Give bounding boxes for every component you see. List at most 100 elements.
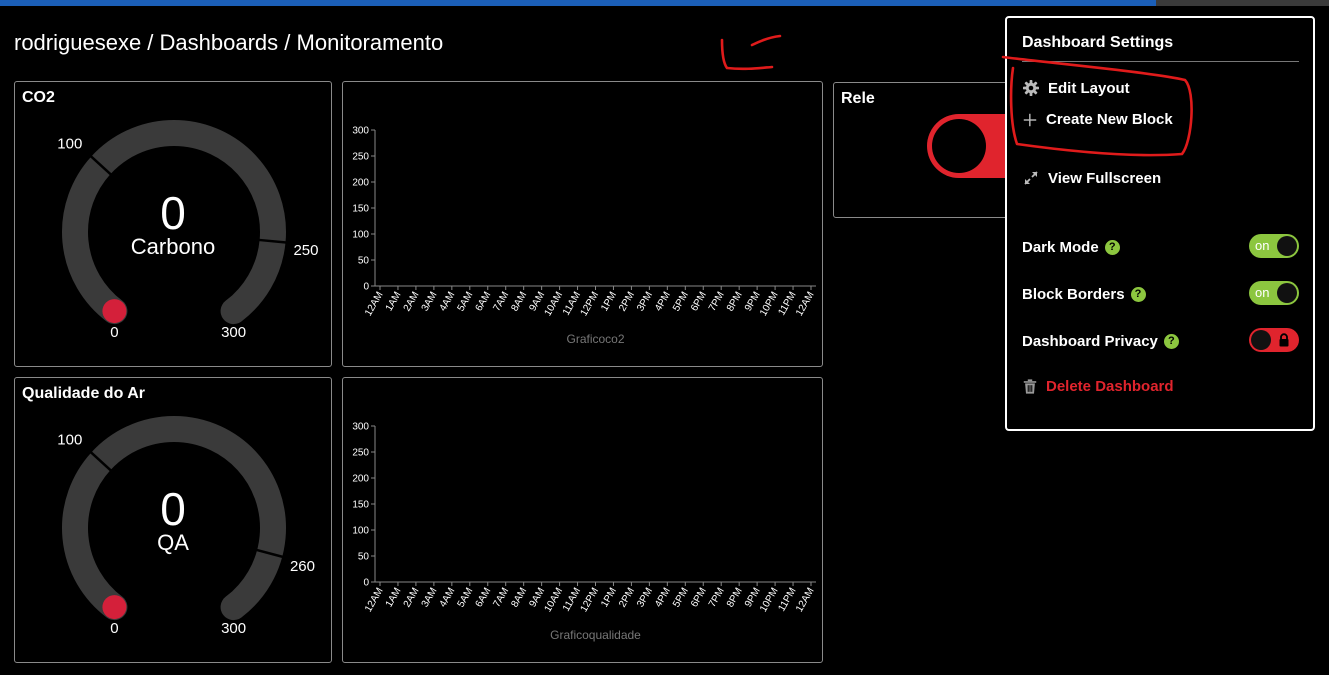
dashboard-privacy-label: Dashboard Privacy [1022,332,1158,350]
settings-title: Dashboard Settings [1022,34,1174,51]
dashboard-privacy-toggle[interactable] [1249,328,1299,352]
y-tick-label: 300 [352,422,369,433]
y-tick-label: 50 [358,256,370,267]
gauge-min-label: 0 [110,620,118,637]
breadcrumb-separator: / [141,30,160,55]
x-tick-label: 7PM [707,290,727,313]
x-tick-label: 7PM [707,586,727,609]
block-borders-toggle[interactable]: on [1249,281,1299,305]
y-tick-label: 200 [352,178,369,189]
x-tick-label: 4AM [438,290,458,313]
y-tick-label: 250 [352,448,369,459]
x-tick-label: 12AM [363,290,386,318]
co2-line-chart: 05010015020025030012AM1AM2AM3AM4AM5AM6AM… [352,126,817,347]
annotation-mark [720,38,774,71]
toggle-knob [1251,330,1271,350]
x-tick-label: 5PM [671,586,691,609]
help-icon[interactable]: ? [1130,286,1146,302]
gauge-label: Carbono [130,234,216,259]
dark-mode-setting: Dark Mode ? on [1022,234,1299,260]
y-tick-label: 0 [363,578,369,589]
y-tick-label: 250 [352,152,369,163]
x-axis-title: Graficoco2 [566,332,624,346]
x-tick-label: 1AM [384,586,404,609]
toggle-knob [1277,236,1297,256]
x-tick-label: 8PM [725,586,745,609]
air-quality-chart-block[interactable]: 0 50 100 150 200 250 300 12AM 1AM 2AM 3AM 4AM 5AM 6AM… [342,377,823,663]
delete-dashboard-label: Delete Dashboard [1046,378,1174,395]
x-tick-label: 4PM [653,290,673,313]
create-new-block-button[interactable]: Create New Block [1022,111,1173,128]
dashboard-privacy-setting: Dashboard Privacy ? [1022,328,1299,354]
gauge-min-label: 0 [110,324,118,341]
x-tick-label: 8AM [509,290,529,313]
x-tick-label: 5AM [456,586,476,609]
dark-mode-toggle[interactable]: on [1249,234,1299,258]
air-quality-gauge-block[interactable]: Qualidade do Ar 100 260 0 300 0 QA [14,377,332,663]
view-fullscreen-label: View Fullscreen [1048,169,1162,187]
x-tick-label: 10AM [543,586,566,614]
x-tick-label: 5PM [671,290,691,313]
x-tick-label: 6AM [474,586,494,609]
y-tick-label: 50 [358,552,370,563]
trash-icon [1023,379,1037,394]
edit-layout-button[interactable]: Edit Layout [1022,79,1130,97]
x-tick-label: 7AM [491,290,511,313]
x-tick-label: 5AM [456,290,476,313]
x-tick-label: 3AM [420,586,440,609]
x-tick-label: 6PM [689,586,709,609]
co2-chart-block[interactable]: 0 50 100 150 200 250 300 12AM 1AM 2AM 3AM 4AM 5AM 6AM… [342,81,823,367]
x-tick-label: 1AM [384,290,404,313]
y-tick-label: 100 [352,230,369,241]
block-borders-label: Block Borders [1022,285,1125,303]
x-tick-label: 6AM [474,290,494,313]
x-tick-label: 12AM [794,290,817,318]
toggle-state-label: on [1255,285,1270,300]
y-tick-label: 200 [352,474,369,485]
gauge-tick-low-label: 100 [57,431,82,448]
x-tick-label: 7AM [491,586,511,609]
toggle-knob [1277,283,1297,303]
breadcrumb-separator: / [278,30,297,55]
gauge-value-dot [102,299,127,324]
x-tick-label: 3PM [635,586,655,609]
x-tick-label: 12AM [363,586,386,614]
annotation-mark [750,34,782,47]
create-new-block-label: Create New Block [1046,111,1173,128]
co2-gauge-block[interactable]: CO2 100 250 0 300 0 Carbono [14,81,332,367]
x-tick-label: 2AM [402,586,422,609]
help-icon[interactable]: ? [1104,239,1120,255]
delete-dashboard-button[interactable]: Delete Dashboard [1022,378,1174,395]
toggle-state-label: on [1255,238,1270,253]
block-title: Rele [841,90,875,107]
lock-icon [1279,333,1289,347]
breadcrumb-user[interactable]: rodriguesexe [14,30,141,55]
x-tick-label: 4AM [438,586,458,609]
x-tick-label: 10PM [758,290,781,318]
view-fullscreen-button[interactable]: View Fullscreen [1022,169,1161,187]
x-tick-label: 6PM [689,290,709,313]
breadcrumb-page: Monitoramento [296,30,444,55]
x-tick-label: 12PM [579,290,602,318]
gauge-max-label: 300 [221,324,246,341]
x-tick-label: 12PM [579,586,602,614]
x-tick-label: 1PM [599,290,619,313]
gauge-label: QA [157,530,189,555]
y-tick-label: 150 [352,500,369,511]
relay-toggle-switch[interactable] [927,114,1012,178]
gauge-value-dot [102,595,127,620]
y-tick-label: 300 [352,126,369,137]
x-tick-label: 3PM [635,290,655,313]
x-tick-label: 10AM [543,290,566,318]
gear-icon [1023,80,1039,96]
dashboard-settings-panel: Dashboard Settings Edit Layout Create Ne… [1005,16,1315,431]
progress-track [0,0,1329,6]
x-tick-label: 1PM [599,586,619,609]
x-tick-label: 12AM [794,586,817,614]
help-icon[interactable]: ? [1163,333,1179,349]
gauge-tick-high-label: 260 [290,558,315,575]
edit-layout-label: Edit Layout [1048,79,1130,97]
breadcrumb-section[interactable]: Dashboards [160,30,279,55]
x-tick-label: 10PM [758,586,781,614]
relay-block[interactable]: Rele [833,82,1013,218]
